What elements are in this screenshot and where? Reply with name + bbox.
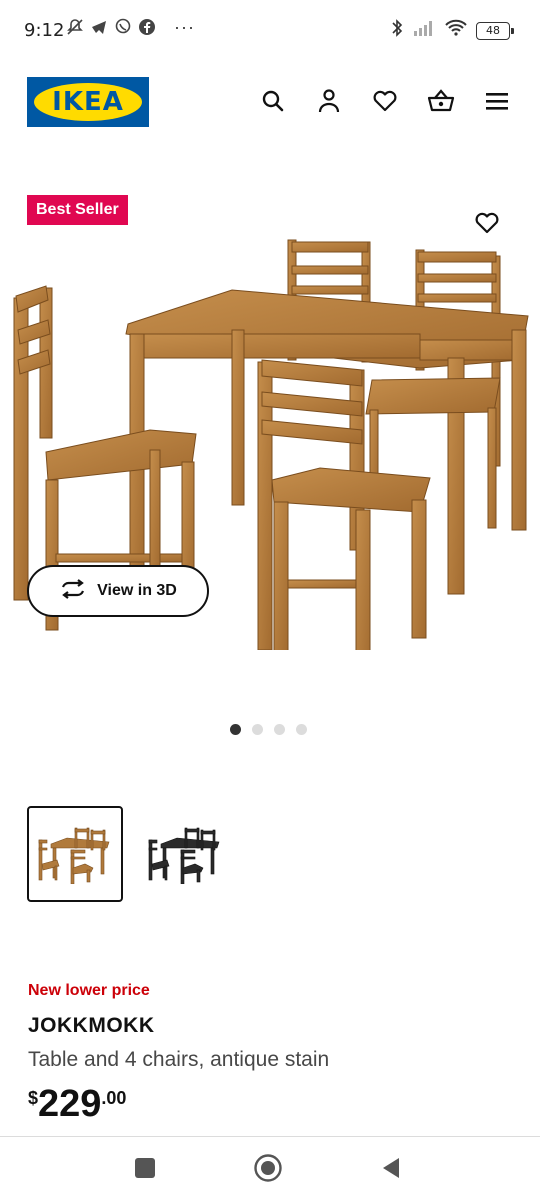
home-button[interactable] [253, 1153, 283, 1183]
view-in-3d-label: View in 3D [97, 582, 177, 599]
system-nav-bar [0, 1137, 540, 1200]
variant-thumbnail-antique-stain[interactable] [27, 806, 123, 902]
product-name: JOKKMOKK [28, 1014, 155, 1037]
wifi-icon [444, 19, 468, 42]
promo-label: New lower price [28, 982, 150, 999]
pagination-dot-2[interactable] [252, 724, 263, 735]
viber-icon [114, 18, 132, 36]
bluetooth-icon [390, 18, 404, 43]
cart-icon[interactable] [426, 86, 456, 116]
variant-thumbnails [27, 806, 233, 902]
view-in-3d-button[interactable]: View in 3D [27, 565, 209, 617]
battery-icon: 48 [476, 21, 514, 40]
facebook-icon [138, 18, 156, 36]
logo-text: IKEA [34, 83, 142, 121]
price-currency: $ [28, 1088, 39, 1108]
status-bar: 9:12 ··· 48 [0, 0, 540, 60]
price-decimal: .00 [101, 1088, 127, 1108]
pagination-dot-3[interactable] [274, 724, 285, 735]
favorites-icon[interactable] [370, 86, 400, 116]
recents-button[interactable] [130, 1153, 160, 1183]
mute-icon [66, 18, 84, 36]
telegram-icon [90, 18, 108, 36]
product-price: $ 229 .00 [28, 1084, 518, 1124]
variant-image-antique-stain [38, 827, 110, 884]
signal-icon [412, 19, 436, 42]
status-overflow: ··· [174, 17, 195, 37]
best-seller-badge: Best Seller [27, 195, 128, 225]
ikea-logo[interactable]: IKEA [27, 77, 149, 127]
menu-icon[interactable] [482, 86, 512, 116]
recents-icon [135, 1158, 155, 1178]
search-icon[interactable] [258, 86, 288, 116]
product-info: New lower price JOKKMOKK Table and 4 cha… [28, 982, 518, 1124]
home-icon [254, 1154, 282, 1182]
rotate-3d-icon [59, 578, 87, 604]
variant-image-black-brown [148, 827, 220, 884]
back-icon [383, 1158, 399, 1178]
pagination-dot-1[interactable] [230, 724, 241, 735]
account-icon[interactable] [314, 86, 344, 116]
back-button[interactable] [376, 1153, 406, 1183]
status-time: 9:12 [24, 20, 65, 41]
variant-thumbnail-black-brown[interactable] [137, 806, 233, 902]
image-pagination [230, 724, 307, 735]
product-gallery[interactable]: Best Seller View in 3D [0, 180, 540, 700]
pagination-dot-4[interactable] [296, 724, 307, 735]
header: IKEA [0, 72, 540, 132]
status-icons-right: 48 [390, 18, 514, 43]
product-description: Table and 4 chairs, antique stain [28, 1048, 330, 1071]
price-integer: 229 [38, 1083, 102, 1125]
status-icons-left [66, 18, 156, 36]
